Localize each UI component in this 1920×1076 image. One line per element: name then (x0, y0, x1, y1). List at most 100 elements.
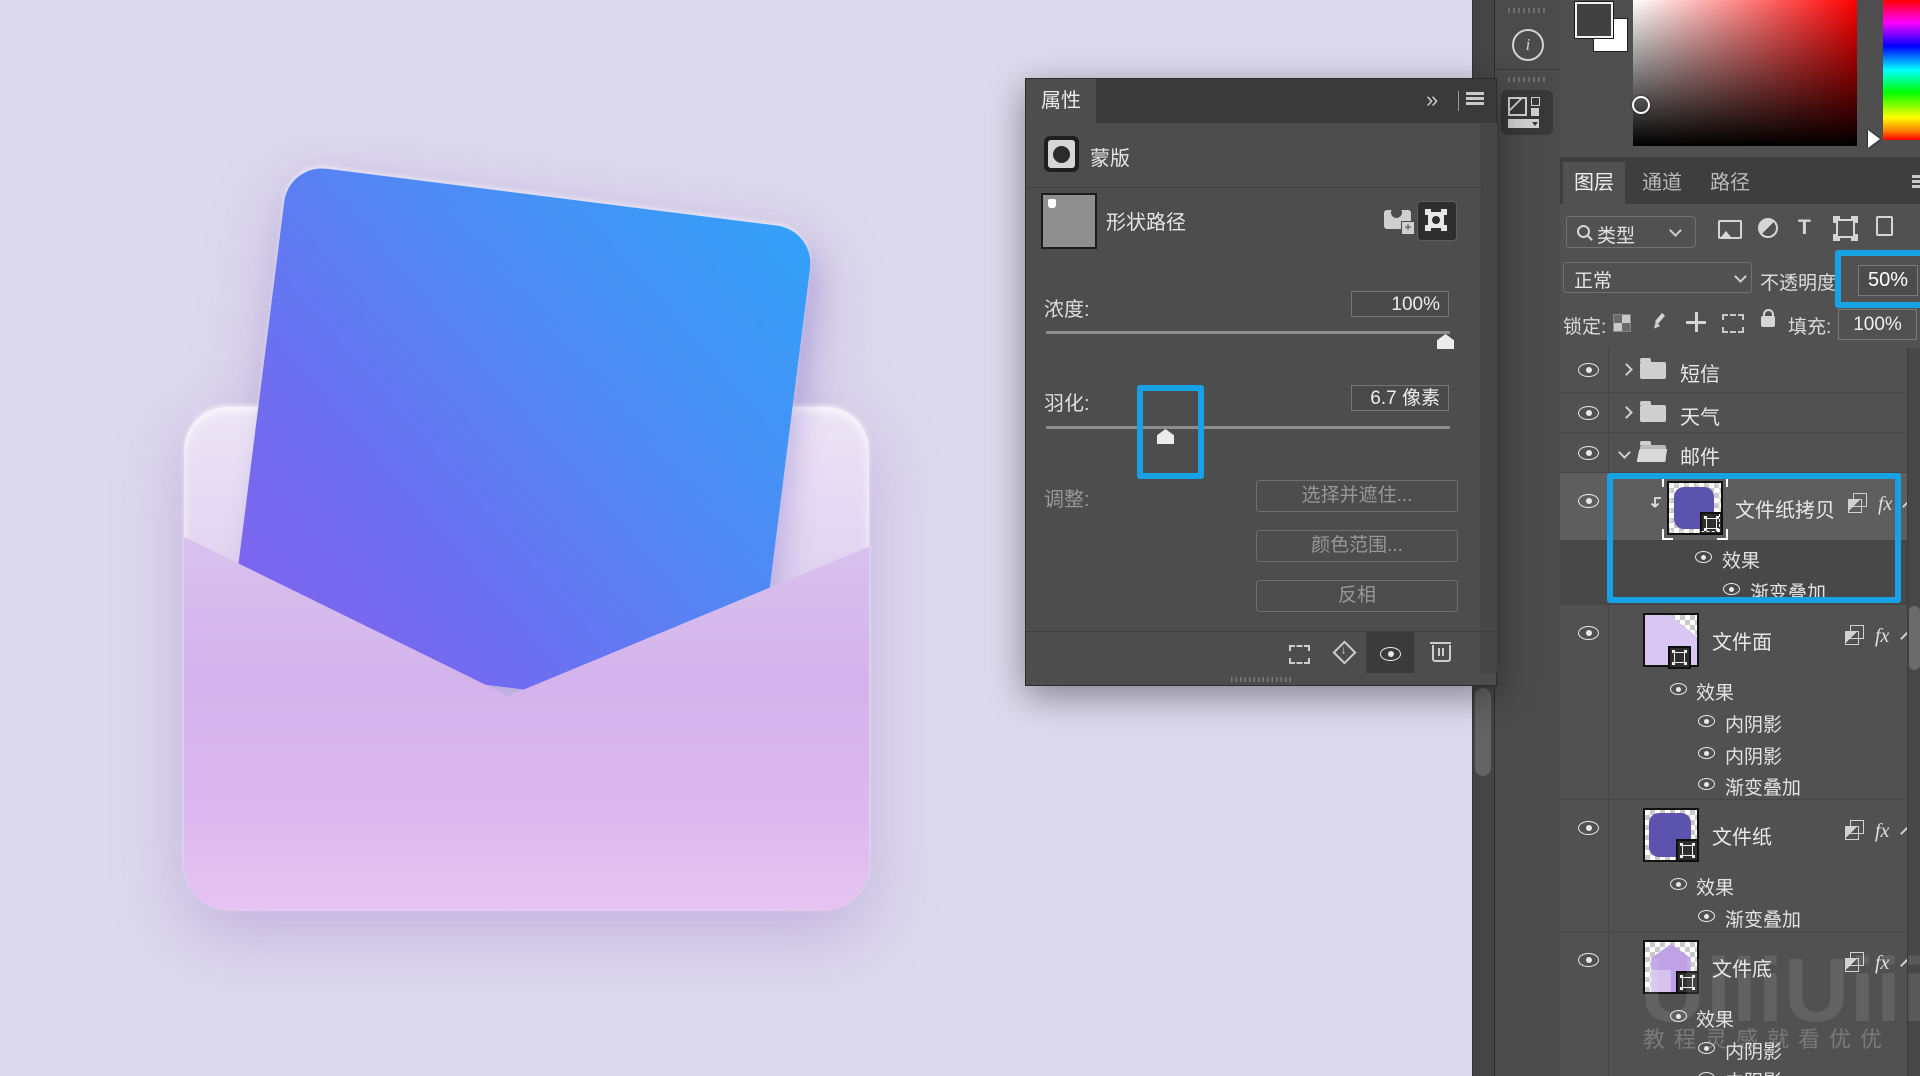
lock-pixels-icon[interactable] (1650, 313, 1668, 331)
layer-row[interactable]: 文件面 fx (1560, 605, 1920, 673)
dock-divider (1495, 69, 1561, 70)
effect-item-row[interactable]: 内阴影 (1560, 705, 1920, 737)
blend-mode-select[interactable]: 正常 (1563, 262, 1752, 293)
saturation-brightness-field[interactable] (1633, 0, 1857, 146)
effect-item-row[interactable]: 渐变叠加 (1560, 900, 1920, 932)
vector-mask-button[interactable] (1417, 201, 1457, 241)
lock-label: 锁定: (1563, 312, 1606, 339)
visibility-eye-icon[interactable] (1578, 821, 1599, 835)
expand-chevron-icon[interactable] (1620, 406, 1633, 419)
visibility-eye-icon[interactable] (1698, 715, 1715, 727)
density-value[interactable]: 100% (1351, 291, 1449, 317)
3d-materials-panel-icon[interactable] (1501, 90, 1553, 135)
filter-type-label: 类型 (1597, 221, 1635, 248)
chevron-down-icon (1669, 224, 1682, 237)
mask-label: 蒙版 (1090, 142, 1130, 171)
visibility-eye-icon[interactable] (1698, 910, 1715, 922)
layer-row[interactable]: 文件纸 fx (1560, 800, 1920, 868)
visibility-eye-icon[interactable] (1698, 1072, 1715, 1076)
visibility-eye-icon[interactable] (1578, 626, 1599, 640)
layer-group-row[interactable]: 邮件 (1560, 433, 1920, 473)
visibility-eye-icon[interactable] (1670, 878, 1687, 890)
tab-layers[interactable]: 图层 (1563, 162, 1625, 204)
visibility-eye-icon[interactable] (1578, 494, 1599, 508)
visibility-eye-icon[interactable] (1578, 446, 1599, 460)
load-selection-icon[interactable] (1289, 645, 1310, 664)
effect-item-row[interactable]: 渐变叠加 (1560, 769, 1920, 800)
filter-adjustment-layers-icon[interactable] (1758, 218, 1778, 238)
density-slider-track[interactable] (1046, 331, 1450, 334)
filter-pixel-layers-icon[interactable] (1718, 220, 1742, 239)
dock-grip[interactable] (1508, 8, 1548, 13)
fx-badge[interactable]: fx (1875, 820, 1889, 843)
visibility-eye-icon[interactable] (1670, 683, 1687, 695)
feather-value[interactable]: 6.7 像素 (1351, 385, 1449, 411)
lock-all-icon[interactable] (1761, 316, 1775, 327)
layer-name[interactable]: 邮件 (1680, 441, 1720, 470)
shape-path-thumbnail[interactable] (1041, 193, 1097, 249)
filter-type-dropdown[interactable]: 类型 (1566, 216, 1696, 248)
effects-header-row[interactable]: 效果 (1560, 673, 1920, 705)
layer-thumbnail[interactable] (1643, 613, 1699, 667)
layer-name[interactable]: 文件纸 (1712, 821, 1772, 850)
lock-position-icon[interactable] (1686, 312, 1706, 332)
hue-slider[interactable] (1883, 0, 1920, 140)
effects-label: 效果 (1696, 873, 1734, 900)
visibility-eye-icon[interactable] (1698, 747, 1715, 759)
effect-item-row[interactable]: 内阴影 (1560, 737, 1920, 769)
tab-properties[interactable]: 属性 (1026, 79, 1096, 123)
visibility-eye-icon[interactable] (1698, 778, 1715, 790)
effect-item-row[interactable]: 内阴影 (1560, 1064, 1920, 1076)
tab-channels[interactable]: 通道 (1631, 162, 1693, 204)
panel-resize-grip[interactable] (1026, 673, 1496, 685)
effect-name: 内阴影 (1725, 710, 1782, 737)
layer-group-row[interactable]: 短信 (1560, 348, 1920, 393)
properties-footer (1026, 631, 1496, 674)
lock-transparency-icon[interactable] (1613, 314, 1631, 332)
visibility-eye-icon[interactable] (1578, 406, 1599, 420)
color-range-button[interactable]: 颜色范围... (1256, 530, 1458, 562)
density-slider-handle[interactable] (1437, 334, 1454, 349)
square-filled-icon (1531, 108, 1539, 116)
filter-smart-objects-icon[interactable] (1876, 216, 1893, 236)
properties-panel: 属性 » 蒙版 形状路径 浓度: 100% 羽化: 6.7 像素 调整: 选择并… (1025, 78, 1497, 686)
panel-menu-icon[interactable] (1466, 92, 1484, 95)
layers-scrollbar-thumb[interactable] (1909, 606, 1920, 670)
hue-slider-pointer[interactable] (1868, 130, 1889, 148)
select-and-mask-button[interactable]: 选择并遮住... (1256, 480, 1458, 512)
filter-type-layers-icon[interactable]: T (1798, 216, 1811, 240)
toggle-mask-button[interactable] (1366, 632, 1414, 674)
layer-group-row[interactable]: 天气 (1560, 393, 1920, 433)
invert-button[interactable]: 反相 (1256, 580, 1458, 612)
panel-menu-icon[interactable] (1912, 175, 1920, 178)
layer-name[interactable]: 天气 (1680, 401, 1720, 430)
collapse-panel-icon[interactable]: » (1426, 87, 1436, 113)
visibility-eye-icon[interactable] (1578, 953, 1599, 967)
canvas-scrollbar-thumb[interactable] (1475, 688, 1491, 776)
effects-header-row[interactable]: 效果 (1560, 868, 1920, 900)
add-mask-icon[interactable] (1384, 210, 1411, 229)
dropdown-bar-icon (1508, 119, 1539, 128)
properties-panel-header: 属性 » (1026, 79, 1496, 123)
fx-badge[interactable]: fx (1875, 625, 1889, 648)
filter-shape-layers-icon[interactable] (1836, 219, 1855, 238)
layer-name[interactable]: 短信 (1680, 358, 1720, 387)
layer-name[interactable]: 文件面 (1712, 626, 1772, 655)
folder-icon (1640, 405, 1666, 422)
foreground-color-swatch[interactable] (1575, 2, 1613, 38)
delete-mask-trash-icon[interactable] (1432, 645, 1451, 662)
visibility-eye-icon[interactable] (1578, 363, 1599, 377)
apply-mask-icon[interactable] (1332, 640, 1356, 664)
open-folder-icon (1640, 445, 1666, 462)
feather-slider-track[interactable] (1046, 426, 1450, 429)
collapse-chevron-icon[interactable] (1618, 446, 1631, 459)
layer-thumbnail[interactable] (1643, 808, 1699, 862)
layer-filter-row: 类型 T (1560, 204, 1920, 252)
fill-input[interactable]: 100% (1838, 309, 1917, 340)
dock-grip[interactable] (1508, 77, 1548, 82)
tab-paths[interactable]: 路径 (1699, 162, 1761, 204)
info-panel-icon[interactable]: i (1512, 29, 1544, 61)
lock-artboard-icon[interactable] (1722, 314, 1744, 333)
expand-chevron-icon[interactable] (1620, 363, 1633, 376)
color-cursor[interactable] (1632, 96, 1650, 114)
